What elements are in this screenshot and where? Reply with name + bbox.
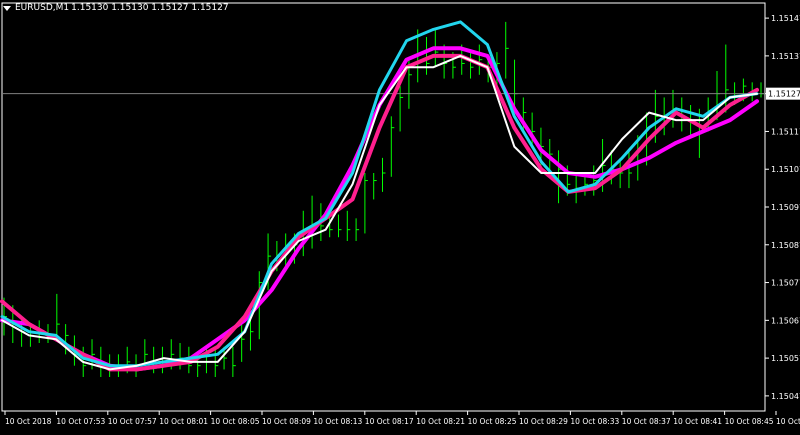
y-tick-label: 1.15057 — [771, 354, 800, 363]
x-tick-label: 10 Oct 08:17 — [365, 417, 414, 426]
y-tick-label: 1.15077 — [771, 279, 800, 288]
y-tick-label: 1.15087 — [771, 241, 800, 250]
chart-header: EURUSD,M1 1.15130 1.15130 1.15127 1.1512… — [3, 3, 229, 13]
chart-menu-triangle-icon[interactable] — [3, 6, 11, 11]
moving-average-line — [0, 20, 759, 368]
x-tick-label: 10 Oct 08:45 — [725, 417, 774, 426]
symbol-timeframe: EURUSD,M1 — [15, 3, 70, 13]
y-tick-label: 1.15097 — [771, 203, 800, 212]
x-tick-label: 10 Oct 08:05 — [211, 417, 260, 426]
y-tick-label: 1.15137 — [771, 52, 800, 61]
ohlc-values: 1.15130 1.15130 1.15127 1.15127 — [71, 3, 229, 13]
x-tick-label: 10 Oct 08:41 — [673, 417, 722, 426]
moving-average-line — [0, 46, 759, 372]
x-tick-label: 10 Oct 08:29 — [519, 417, 568, 426]
y-tick-label: 1.15067 — [771, 316, 800, 325]
chart-root: EURUSD,M1 1.15130 1.15130 1.15127 1.1512… — [0, 0, 800, 431]
price-chart[interactable]: 1.15147 1.15137 1.15127 1.15117 1.15107 1.150… — [0, 0, 800, 431]
x-tick-label: 10 Oct 08:13 — [313, 417, 362, 426]
y-tick-label: 1.15047 — [771, 392, 800, 401]
y-tick-label: 1.15117 — [771, 127, 800, 136]
x-tick-label: 10 Oct 2018 — [5, 417, 52, 426]
x-tick-label: 10 Oct 08:09 — [262, 417, 311, 426]
x-tick-label: 10 Oct 07:53 — [56, 417, 105, 426]
x-tick-label: 10 Oct 08:21 — [416, 417, 465, 426]
x-tick-label: 10 Oct 08:49 — [776, 417, 800, 426]
x-tick-label: 10 Oct 08:25 — [468, 417, 517, 426]
x-tick-label: 10 Oct 07:57 — [108, 417, 157, 426]
x-tick-label: 10 Oct 08:37 — [622, 417, 671, 426]
x-tick-label: 10 Oct 08:01 — [159, 417, 208, 426]
current-price-label: 1.15127 — [768, 90, 800, 99]
y-tick-label: 1.15147 — [771, 14, 800, 23]
plot-frame — [1, 2, 766, 412]
x-tick-label: 10 Oct 08:33 — [570, 417, 619, 426]
y-tick-label: 1.15107 — [771, 165, 800, 174]
